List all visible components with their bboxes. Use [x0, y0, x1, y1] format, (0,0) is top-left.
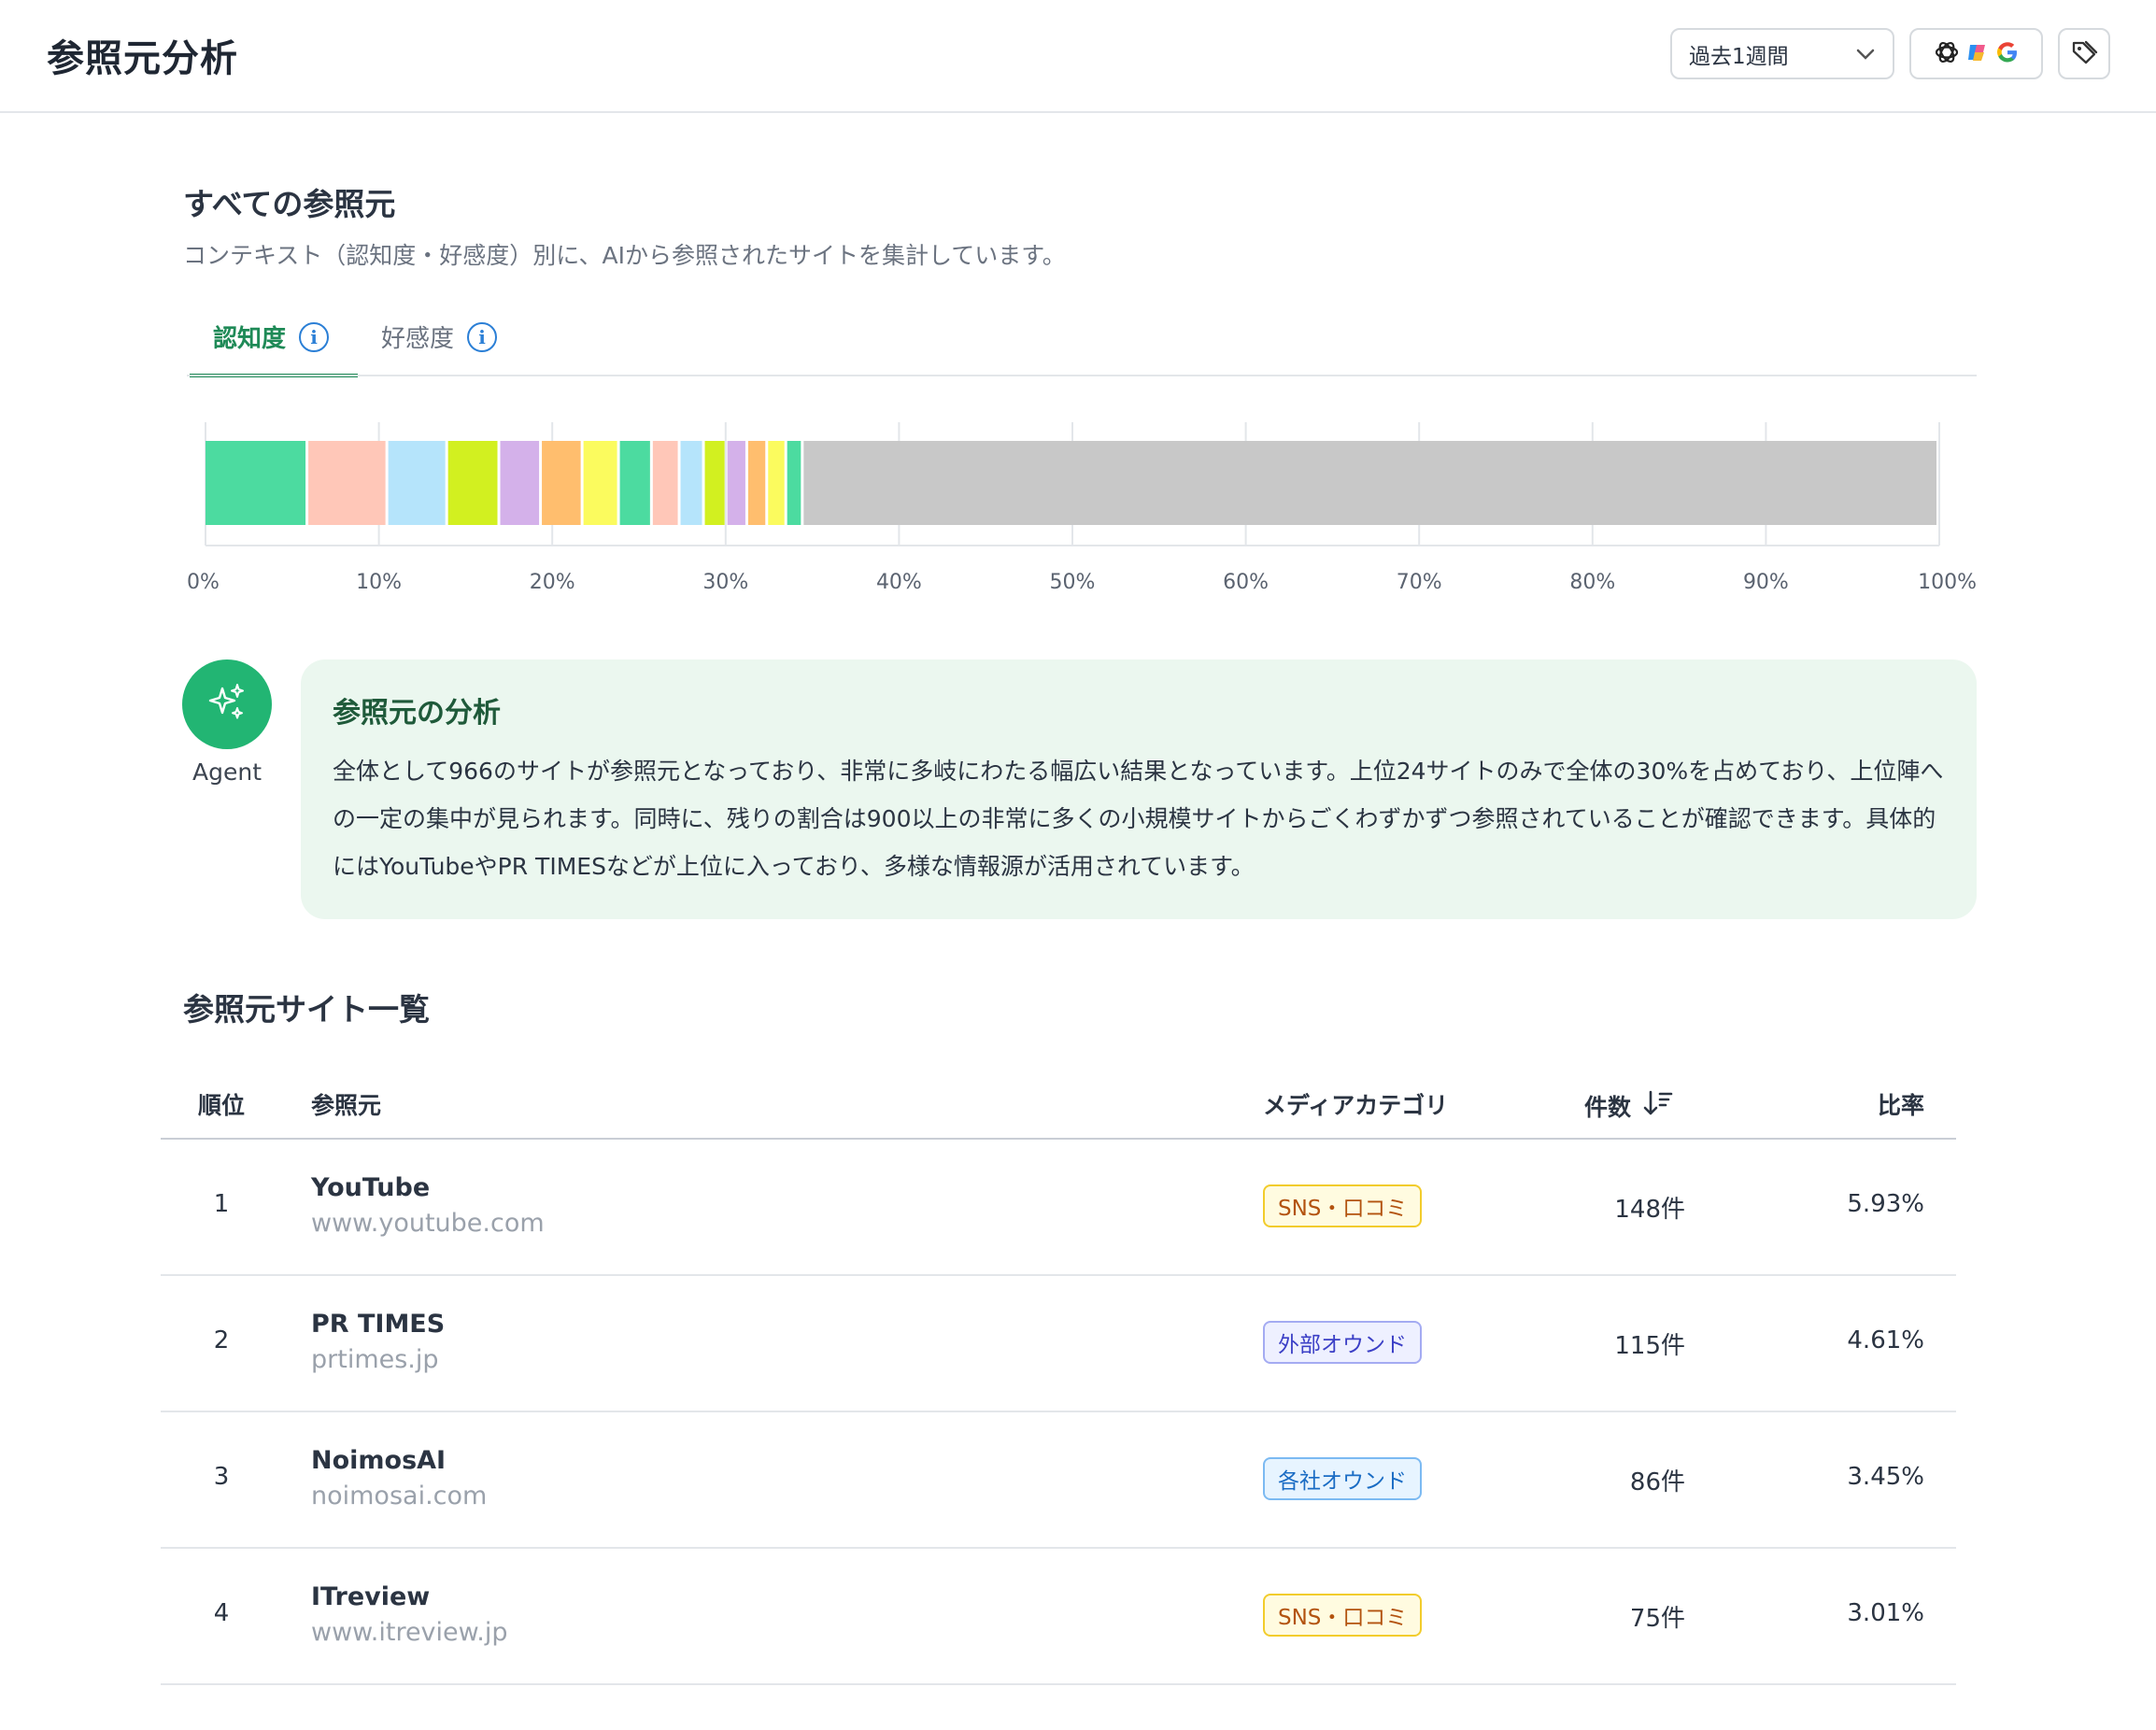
count-cell: 115件	[1614, 1332, 1685, 1360]
rank-cell: 3	[213, 1463, 230, 1491]
bar-segment-9[interactable]	[652, 441, 678, 525]
rank-cell: 4	[213, 1599, 230, 1627]
x-tick-label: 100%	[1918, 571, 1977, 594]
x-tick-label: 80%	[1569, 571, 1615, 594]
period-select[interactable]: 過去1週間	[1670, 28, 1894, 79]
agent-label: Agent	[192, 759, 262, 786]
x-tick-label: 90%	[1743, 571, 1789, 594]
tab-awareness[interactable]: 認知度 i	[190, 319, 358, 377]
bar-segment-4[interactable]	[447, 441, 498, 525]
x-tick-label: 50%	[1050, 571, 1096, 594]
category-badge: 外部オウンド	[1263, 1321, 1422, 1364]
table-row[interactable]: 3 NoimosAI noimosai.com 各社オウンド 86件 3.45%	[161, 1412, 1956, 1549]
ai-model-filter-button[interactable]	[1909, 28, 2043, 79]
site-name[interactable]: PR TIMES	[311, 1310, 445, 1339]
bar-segment-6[interactable]	[542, 441, 581, 525]
copilot-icon	[1965, 39, 1991, 69]
rank-cell: 1	[213, 1190, 230, 1218]
site-name[interactable]: NoimosAI	[311, 1446, 446, 1475]
sparkle-icon	[204, 679, 250, 730]
tab-label: 好感度	[381, 325, 455, 353]
tag-button[interactable]	[2058, 28, 2110, 79]
tab-favorability[interactable]: 好感度 i	[381, 319, 498, 376]
agent-avatar	[182, 659, 272, 749]
site-url[interactable]: www.itreview.jp	[311, 1618, 507, 1647]
bar-segment-8[interactable]	[619, 441, 650, 525]
category-badge: SNS・口コミ	[1263, 1594, 1423, 1637]
bar-segment-3[interactable]	[388, 441, 446, 525]
column-ratio: 比率	[1877, 1092, 1924, 1119]
column-count-sort[interactable]: 件数	[1584, 1087, 1674, 1125]
x-tick-label: 70%	[1397, 571, 1442, 594]
bar-segment-14[interactable]	[768, 441, 785, 525]
site-name[interactable]: ITreview	[311, 1582, 430, 1611]
sort-desc-icon	[1642, 1087, 1674, 1125]
site-url[interactable]: prtimes.jp	[311, 1345, 439, 1374]
bar-segment-10[interactable]	[680, 441, 702, 525]
analysis-title: 参照元の分析	[333, 697, 501, 730]
tab-label: 認知度	[213, 325, 287, 353]
info-icon[interactable]: i	[299, 322, 330, 352]
bar-segment-1[interactable]	[206, 441, 306, 525]
category-badge: SNS・口コミ	[1263, 1184, 1423, 1227]
source-table: 順位 参照元 メディアカテゴリ 件数 比率 1 YouTube www.yout…	[161, 1074, 1956, 1685]
page-title: 参照元分析	[47, 37, 238, 80]
section-title: すべての参照元	[183, 186, 396, 222]
list-title: 参照元サイト一覧	[183, 991, 430, 1028]
analysis-card: 参照元の分析 全体として966のサイトが参照元となっており、非常に多岐にわたる幅…	[301, 659, 1977, 919]
bar-segment-5[interactable]	[500, 441, 540, 525]
bar-segment-2[interactable]	[308, 441, 386, 525]
bar-segment-13[interactable]	[747, 441, 766, 525]
table-row[interactable]: 1 YouTube www.youtube.com SNS・口コミ 148件 5…	[161, 1140, 1956, 1276]
bar-segment-15[interactable]	[787, 441, 801, 525]
x-tick-label: 20%	[530, 571, 575, 594]
tag-icon	[2070, 38, 2098, 70]
ratio-cell: 5.93%	[1847, 1190, 1924, 1218]
column-rank: 順位	[197, 1092, 245, 1119]
bar-segment-11[interactable]	[704, 441, 725, 525]
site-name[interactable]: YouTube	[311, 1173, 430, 1202]
ratio-cell: 3.01%	[1847, 1599, 1924, 1627]
ratio-cell: 4.61%	[1847, 1326, 1924, 1354]
column-source: 参照元	[311, 1092, 382, 1119]
site-url[interactable]: www.youtube.com	[311, 1209, 545, 1238]
x-tick-label: 40%	[876, 571, 922, 594]
tabs-divider	[187, 375, 1977, 376]
google-icon	[1994, 39, 2021, 69]
reference-share-chart: 0% 10% 20% 30% 40% 50% 60% 70% 80% 90% 100%	[187, 422, 1977, 594]
analysis-body: 全体として966のサイトが参照元となっており、非常に多岐にわたる幅広い結果となっ…	[333, 758, 1944, 880]
x-tick-label: 10%	[356, 571, 402, 594]
column-count: 件数	[1584, 1094, 1632, 1121]
bar-segment-16[interactable]	[803, 441, 1936, 525]
bar-segment-7[interactable]	[583, 441, 617, 525]
top-bar: 参照元分析 過去1週間	[0, 0, 2156, 113]
column-category: メディアカテゴリ	[1263, 1092, 1449, 1119]
chevron-down-icon	[1855, 42, 1876, 66]
x-tick-label: 30%	[702, 571, 748, 594]
openai-icon	[1933, 38, 1961, 70]
category-badge: 各社オウンド	[1263, 1457, 1422, 1500]
x-tick-label: 60%	[1223, 571, 1269, 594]
table-header: 順位 参照元 メディアカテゴリ 件数 比率	[161, 1074, 1956, 1140]
site-url[interactable]: noimosai.com	[311, 1482, 487, 1510]
rank-cell: 2	[213, 1326, 230, 1354]
bar-segment-12[interactable]	[727, 441, 745, 525]
ratio-cell: 3.45%	[1847, 1463, 1924, 1491]
table-row[interactable]: 2 PR TIMES prtimes.jp 外部オウンド 115件 4.61%	[161, 1276, 1956, 1412]
x-tick-label: 0%	[187, 571, 220, 594]
count-cell: 86件	[1629, 1468, 1685, 1496]
info-icon[interactable]: i	[467, 322, 498, 352]
period-select-value: 過去1週間	[1689, 44, 1789, 69]
section-description: コンテキスト（認知度・好感度）別に、AIから参照されたサイトを集計しています。	[183, 242, 1066, 269]
table-row[interactable]: 4 ITreview www.itreview.jp SNS・口コミ 75件 3…	[161, 1549, 1956, 1685]
count-cell: 75件	[1629, 1605, 1685, 1633]
count-cell: 148件	[1614, 1196, 1685, 1224]
